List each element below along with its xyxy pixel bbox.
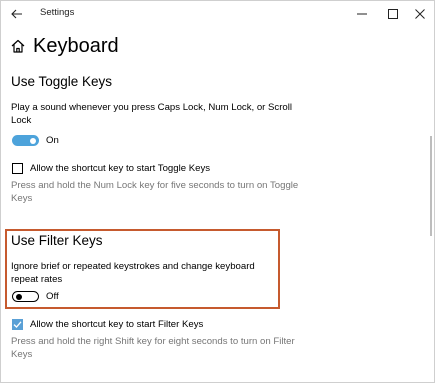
window-title: Settings	[40, 7, 75, 18]
vertical-scrollbar[interactable]	[430, 136, 432, 236]
toggle-keys-shortcut-label[interactable]: Allow the shortcut key to start Toggle K…	[30, 163, 210, 174]
toggle-keys-heading: Use Toggle Keys	[11, 74, 113, 89]
toggle-keys-state: On	[46, 135, 59, 146]
toggle-keys-switch[interactable]	[12, 135, 39, 146]
filter-keys-shortcut-label[interactable]: Allow the shortcut key to start Filter K…	[30, 319, 203, 330]
filter-keys-state: Off	[46, 291, 59, 302]
filter-keys-heading: Use Filter Keys	[11, 233, 103, 248]
toggle-keys-description: Play a sound whenever you press Caps Loc…	[11, 102, 293, 126]
toggle-knob	[15, 293, 22, 300]
filter-keys-shortcut-checkbox[interactable]	[12, 319, 23, 330]
page-title: Keyboard	[33, 35, 119, 57]
toggle-knob	[30, 137, 36, 144]
home-icon	[10, 38, 26, 54]
maximize-icon[interactable]	[382, 4, 404, 24]
filter-keys-switch[interactable]	[12, 291, 39, 302]
minimize-icon[interactable]	[351, 4, 373, 24]
filter-keys-description: Ignore brief or repeated keystrokes and …	[11, 261, 255, 285]
filter-keys-shortcut-hint: Press and hold the right Shift key for e…	[11, 336, 295, 360]
title-bar: Settings	[1, 1, 434, 27]
back-arrow-icon[interactable]	[7, 4, 27, 24]
close-icon[interactable]	[409, 4, 431, 24]
toggle-keys-shortcut-hint: Press and hold the Num Lock key for five…	[11, 180, 299, 204]
settings-window: Settings Keyboard Use Toggle Keys Play a…	[0, 0, 435, 383]
checkmark-icon	[13, 321, 22, 328]
toggle-keys-shortcut-checkbox[interactable]	[12, 163, 23, 174]
